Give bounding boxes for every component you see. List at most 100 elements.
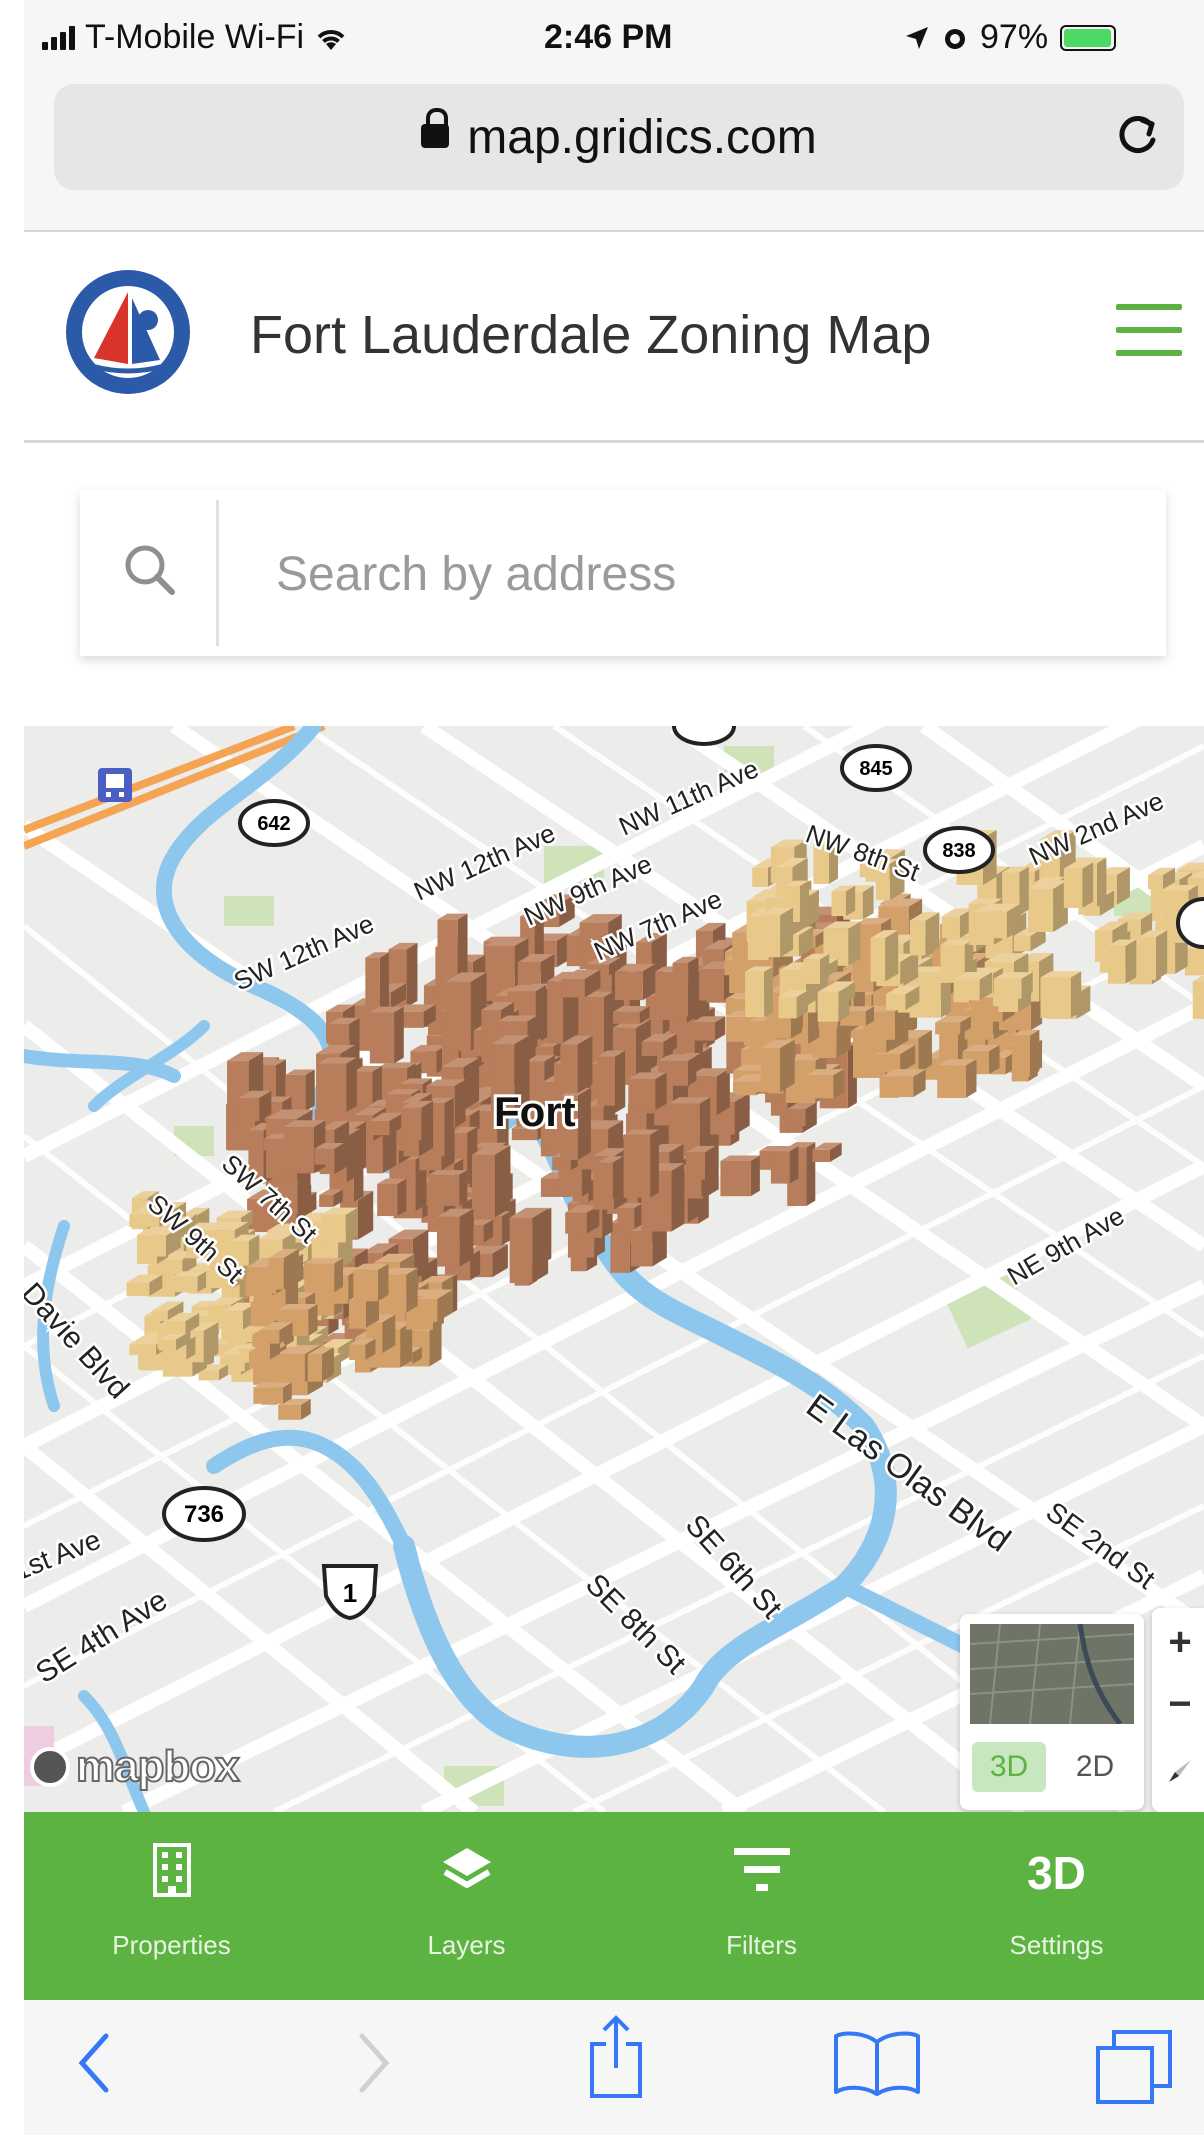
building [831, 885, 856, 917]
nav-label: Properties [112, 1930, 231, 1960]
building [692, 1016, 726, 1041]
url-display[interactable]: map.gridics.com [54, 108, 1184, 165]
building [560, 1035, 593, 1094]
svg-text:642: 642 [257, 813, 290, 835]
building [172, 1271, 207, 1293]
search-icon[interactable] [120, 540, 180, 600]
satellite-thumbnail[interactable] [970, 1624, 1134, 1724]
building [975, 903, 1021, 939]
share-icon[interactable] [584, 2014, 648, 2100]
building [471, 1145, 511, 1218]
nav-label: Filters [726, 1930, 797, 1960]
building [1040, 971, 1082, 1018]
screen: T-Mobile Wi-Fi 2:46 PM 97% map.gridics.c… [0, 0, 1204, 2135]
nav-label: Settings [1009, 1930, 1104, 1960]
clock: 2:46 PM [544, 18, 673, 56]
battery-percent: 97% [980, 18, 1049, 56]
building [596, 1050, 626, 1106]
building [770, 1146, 799, 1184]
building [617, 1202, 644, 1230]
compass-button[interactable] [1152, 1742, 1204, 1802]
layers-icon [442, 1848, 491, 1888]
building [817, 985, 850, 1022]
route-shield-736: 736 [162, 1486, 246, 1542]
building [1138, 930, 1168, 980]
building [623, 1129, 659, 1198]
bottom-navigation: Properties Layers Filters 3D Settings [24, 1812, 1204, 2000]
view-3d-button[interactable]: 3D [972, 1742, 1046, 1792]
building [377, 1178, 407, 1217]
zoom-out-button[interactable]: − [1152, 1674, 1204, 1734]
building [778, 990, 808, 1019]
url-text: map.gridics.com [467, 111, 817, 164]
browser-chrome: map.gridics.com [24, 78, 1204, 232]
signal-icon [42, 25, 75, 50]
nav-layers[interactable]: Layers [319, 1812, 614, 2000]
building [304, 1258, 344, 1293]
page-title: Fort Lauderdale Zoning Map [250, 305, 932, 365]
tabs-icon[interactable] [1094, 2028, 1174, 2108]
svg-text:736: 736 [184, 1501, 224, 1528]
svg-text:838: 838 [942, 840, 975, 862]
view-2d-button[interactable]: 2D [1058, 1742, 1132, 1792]
lock-icon [421, 108, 450, 149]
building [937, 1059, 977, 1098]
building [1027, 880, 1068, 932]
building [597, 1156, 624, 1199]
mapbox-attribution[interactable]: mapbox [30, 1741, 241, 1792]
building [307, 1347, 334, 1382]
compass-icon [1169, 1760, 1191, 1782]
reload-icon[interactable] [1112, 110, 1162, 160]
search-divider [216, 500, 219, 646]
browser-toolbar [24, 2000, 1204, 2135]
building [745, 966, 773, 1018]
building [320, 1207, 358, 1243]
location-arrow-icon [906, 26, 928, 49]
building [806, 1069, 844, 1099]
building [614, 963, 656, 1001]
address-bar[interactable]: map.gridics.com [54, 84, 1184, 190]
building [870, 930, 899, 982]
nav-filters[interactable]: Filters [614, 1812, 909, 2000]
carrier-info: T-Mobile Wi-Fi [42, 18, 348, 57]
3d-settings-icon: 3D [1027, 1847, 1086, 1899]
zoom-controls: + − [1152, 1608, 1204, 1812]
alarm-icon [945, 28, 965, 49]
search-input[interactable] [240, 520, 1158, 628]
nav-settings[interactable]: 3D Settings [909, 1812, 1204, 2000]
building [317, 1057, 357, 1113]
building [953, 972, 993, 1001]
building [672, 956, 699, 1017]
zoning-map[interactable]: NW 11th Ave NW 12th Ave NW 9th Ave NW 8t… [24, 726, 1204, 1812]
route-shield-845: 845 [840, 744, 912, 792]
building [437, 913, 468, 981]
building [353, 1263, 389, 1302]
building [1012, 1029, 1040, 1077]
building [401, 1100, 433, 1141]
building [613, 1006, 650, 1024]
hamburger-menu-icon[interactable] [1116, 304, 1182, 360]
building [238, 1090, 272, 1122]
zoom-in-button[interactable]: + [1152, 1612, 1204, 1672]
building [369, 1006, 404, 1064]
bookmarks-icon[interactable] [832, 2028, 922, 2098]
nav-properties[interactable]: Properties [24, 1812, 319, 2000]
view-mode-toggle: 3D 2D [960, 1614, 1144, 1810]
transit-station-icon[interactable] [98, 768, 132, 802]
back-icon[interactable] [74, 2028, 114, 2098]
building [909, 912, 940, 956]
building-icon [152, 1843, 191, 1897]
carrier-label: T-Mobile Wi-Fi [85, 18, 305, 56]
route-shield-838: 838 [923, 826, 995, 874]
battery-icon [1060, 24, 1117, 51]
app-header: Fort Lauderdale Zoning Map [24, 232, 1204, 443]
status-bar: T-Mobile Wi-Fi 2:46 PM 97% [24, 0, 1204, 78]
forward-icon[interactable] [354, 2028, 394, 2098]
svg-text:1: 1 [343, 1578, 357, 1608]
wifi-icon [317, 29, 345, 50]
building [881, 1069, 926, 1098]
building [993, 972, 1033, 999]
route-shield-642: 642 [238, 799, 310, 847]
building [720, 1155, 760, 1197]
building [803, 953, 830, 984]
